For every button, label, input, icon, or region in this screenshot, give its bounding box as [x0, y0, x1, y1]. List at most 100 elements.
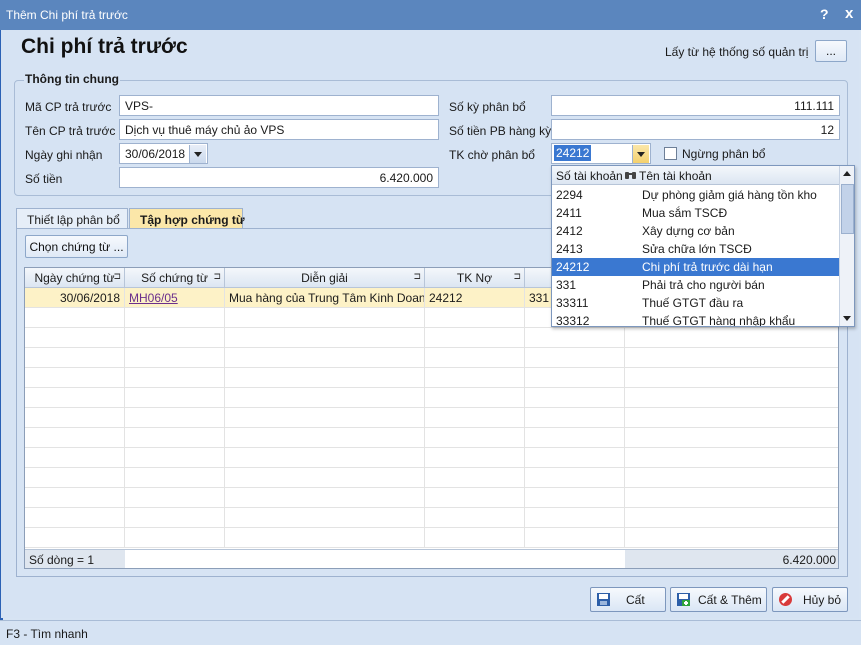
- empty-cell: [225, 388, 425, 408]
- empty-cell: [425, 528, 525, 548]
- dropdown-col-code: Số tài khoản: [556, 169, 623, 183]
- dropdown-item-name: Thuế GTGT đầu ra: [642, 296, 744, 310]
- empty-cell: [25, 368, 125, 388]
- empty-cell: [525, 468, 625, 488]
- footer-total: 6.420.000: [782, 553, 836, 567]
- empty-cell: [125, 468, 225, 488]
- scroll-thumb[interactable]: [841, 184, 854, 234]
- empty-cell: [425, 488, 525, 508]
- empty-cell: [25, 348, 125, 368]
- empty-row: [25, 528, 838, 548]
- cancel-label: Hủy bỏ: [803, 593, 842, 607]
- empty-cell: [25, 328, 125, 348]
- dropdown-item-code: 2294: [556, 188, 583, 202]
- ngay-ghi-nhan-input[interactable]: 30/06/2018: [119, 143, 208, 164]
- col-header-tk-no[interactable]: TK Nợ ⊐: [425, 268, 525, 288]
- row-number-link[interactable]: MH06/05: [125, 288, 225, 308]
- tab-thiet-lap[interactable]: Thiết lập phân bổ: [16, 208, 128, 229]
- so-tien-input[interactable]: 6.420.000: [119, 167, 439, 188]
- empty-row: [25, 448, 838, 468]
- so-tien-pb-input[interactable]: 12: [551, 119, 840, 140]
- empty-row: [25, 368, 838, 388]
- ma-cp-label: Mã CP trả trước: [25, 100, 112, 114]
- empty-cell: [125, 448, 225, 468]
- dropdown-item-code: 2411: [556, 206, 582, 220]
- empty-cell: [125, 308, 225, 328]
- pin-icon[interactable]: ⊐: [413, 271, 421, 282]
- pin-icon[interactable]: ⊐: [113, 271, 121, 282]
- empty-cell: [425, 348, 525, 368]
- dropdown-item[interactable]: 33312 Thuế GTGT hàng nhập khẩu: [552, 312, 839, 326]
- ten-cp-input[interactable]: Dịch vụ thuê máy chủ ảo VPS: [119, 119, 439, 140]
- empty-cell: [225, 508, 425, 528]
- empty-cell: [125, 408, 225, 428]
- voucher-link[interactable]: MH06/05: [129, 291, 178, 305]
- empty-cell: [525, 348, 625, 368]
- empty-row: [25, 388, 838, 408]
- row-tk-no: 24212: [425, 288, 525, 308]
- empty-cell: [525, 408, 625, 428]
- col-header-tk-no-label: TK Nợ: [456, 271, 493, 285]
- floppy-icon: [597, 593, 610, 606]
- col-header-date-label: Ngày chứng từ: [34, 271, 115, 285]
- dropdown-col-name: Tên tài khoản: [639, 169, 712, 183]
- empty-cell: [125, 528, 225, 548]
- dropdown-item[interactable]: 331 Phải trả cho người bán: [552, 276, 839, 294]
- help-icon[interactable]: ?: [820, 6, 829, 22]
- empty-cell: [425, 368, 525, 388]
- tk-dropdown-button[interactable]: [632, 145, 649, 163]
- ma-cp-input[interactable]: VPS-: [119, 95, 439, 116]
- empty-cell: [525, 488, 625, 508]
- close-icon[interactable]: x: [845, 5, 853, 22]
- empty-cell: [225, 528, 425, 548]
- empty-cell: [225, 488, 425, 508]
- save-add-button[interactable]: Cất & Thêm: [670, 587, 767, 612]
- row-desc: Mua hàng của Trung Tâm Kinh Doan: [225, 288, 425, 308]
- dropdown-item[interactable]: 2413 Sửa chữa lớn TSCĐ: [552, 240, 839, 258]
- ngung-phan-bo-label: Ngừng phân bổ: [682, 147, 766, 161]
- dropdown-scrollbar[interactable]: [839, 166, 854, 326]
- dropdown-item-code: 33311: [556, 296, 589, 310]
- dropdown-item[interactable]: 33311 Thuế GTGT đầu ra: [552, 294, 839, 312]
- dropdown-item-code: 331: [556, 278, 577, 292]
- col-header-number[interactable]: Số chứng từ ⊐: [125, 268, 225, 288]
- col-header-date[interactable]: Ngày chứng từ ⊐: [25, 268, 125, 288]
- tk-cho-label: TK chờ phân bổ: [449, 148, 535, 162]
- scroll-up-icon[interactable]: [843, 171, 851, 176]
- pin-icon[interactable]: ⊐: [513, 271, 521, 282]
- empty-cell: [425, 508, 525, 528]
- empty-cell: [425, 448, 525, 468]
- ngung-phan-bo-checkbox[interactable]: [664, 147, 677, 160]
- col-header-desc[interactable]: Diễn giải ⊐: [225, 268, 425, 288]
- choose-voucher-button[interactable]: Chọn chứng từ ...: [25, 235, 128, 258]
- save-button[interactable]: Cất: [590, 587, 666, 612]
- empty-row: [25, 428, 838, 448]
- scroll-down-icon[interactable]: [843, 316, 851, 321]
- empty-cell: [125, 348, 225, 368]
- dropdown-item[interactable]: 2411 Mua sắm TSCĐ: [552, 204, 839, 222]
- dropdown-item[interactable]: 2412 Xây dựng cơ bản: [552, 222, 839, 240]
- so-ky-input[interactable]: 111.111: [551, 95, 840, 116]
- binoculars-icon[interactable]: [625, 169, 636, 183]
- dropdown-item[interactable]: 2294 Dự phòng giảm giá hàng tồn kho: [552, 186, 839, 204]
- system-settings-button[interactable]: ...: [815, 40, 847, 62]
- empty-cell: [25, 308, 125, 328]
- save-label: Cất: [626, 593, 645, 607]
- empty-cell: [25, 428, 125, 448]
- empty-cell: [525, 448, 625, 468]
- empty-cell: [225, 308, 425, 328]
- tab-tap-hop[interactable]: Tập hợp chứng từ: [129, 208, 245, 229]
- tk-cho-input[interactable]: 24212: [551, 143, 651, 164]
- row-date: 30/06/2018: [25, 288, 125, 308]
- dropdown-item-code: 2412: [556, 224, 583, 238]
- empty-cell: [225, 428, 425, 448]
- empty-cell: [225, 328, 425, 348]
- ngay-ghi-nhan-value: 30/06/2018: [125, 147, 186, 161]
- pin-icon[interactable]: ⊐: [213, 271, 221, 282]
- empty-cell: [125, 508, 225, 528]
- so-ky-label: Số kỳ phân bổ: [449, 100, 526, 114]
- empty-row: [25, 408, 838, 428]
- dropdown-item[interactable]: 24212 Chi phí trả trước dài hạn: [552, 258, 839, 276]
- date-dropdown-button[interactable]: [189, 145, 206, 163]
- cancel-button[interactable]: Hủy bỏ: [772, 587, 848, 612]
